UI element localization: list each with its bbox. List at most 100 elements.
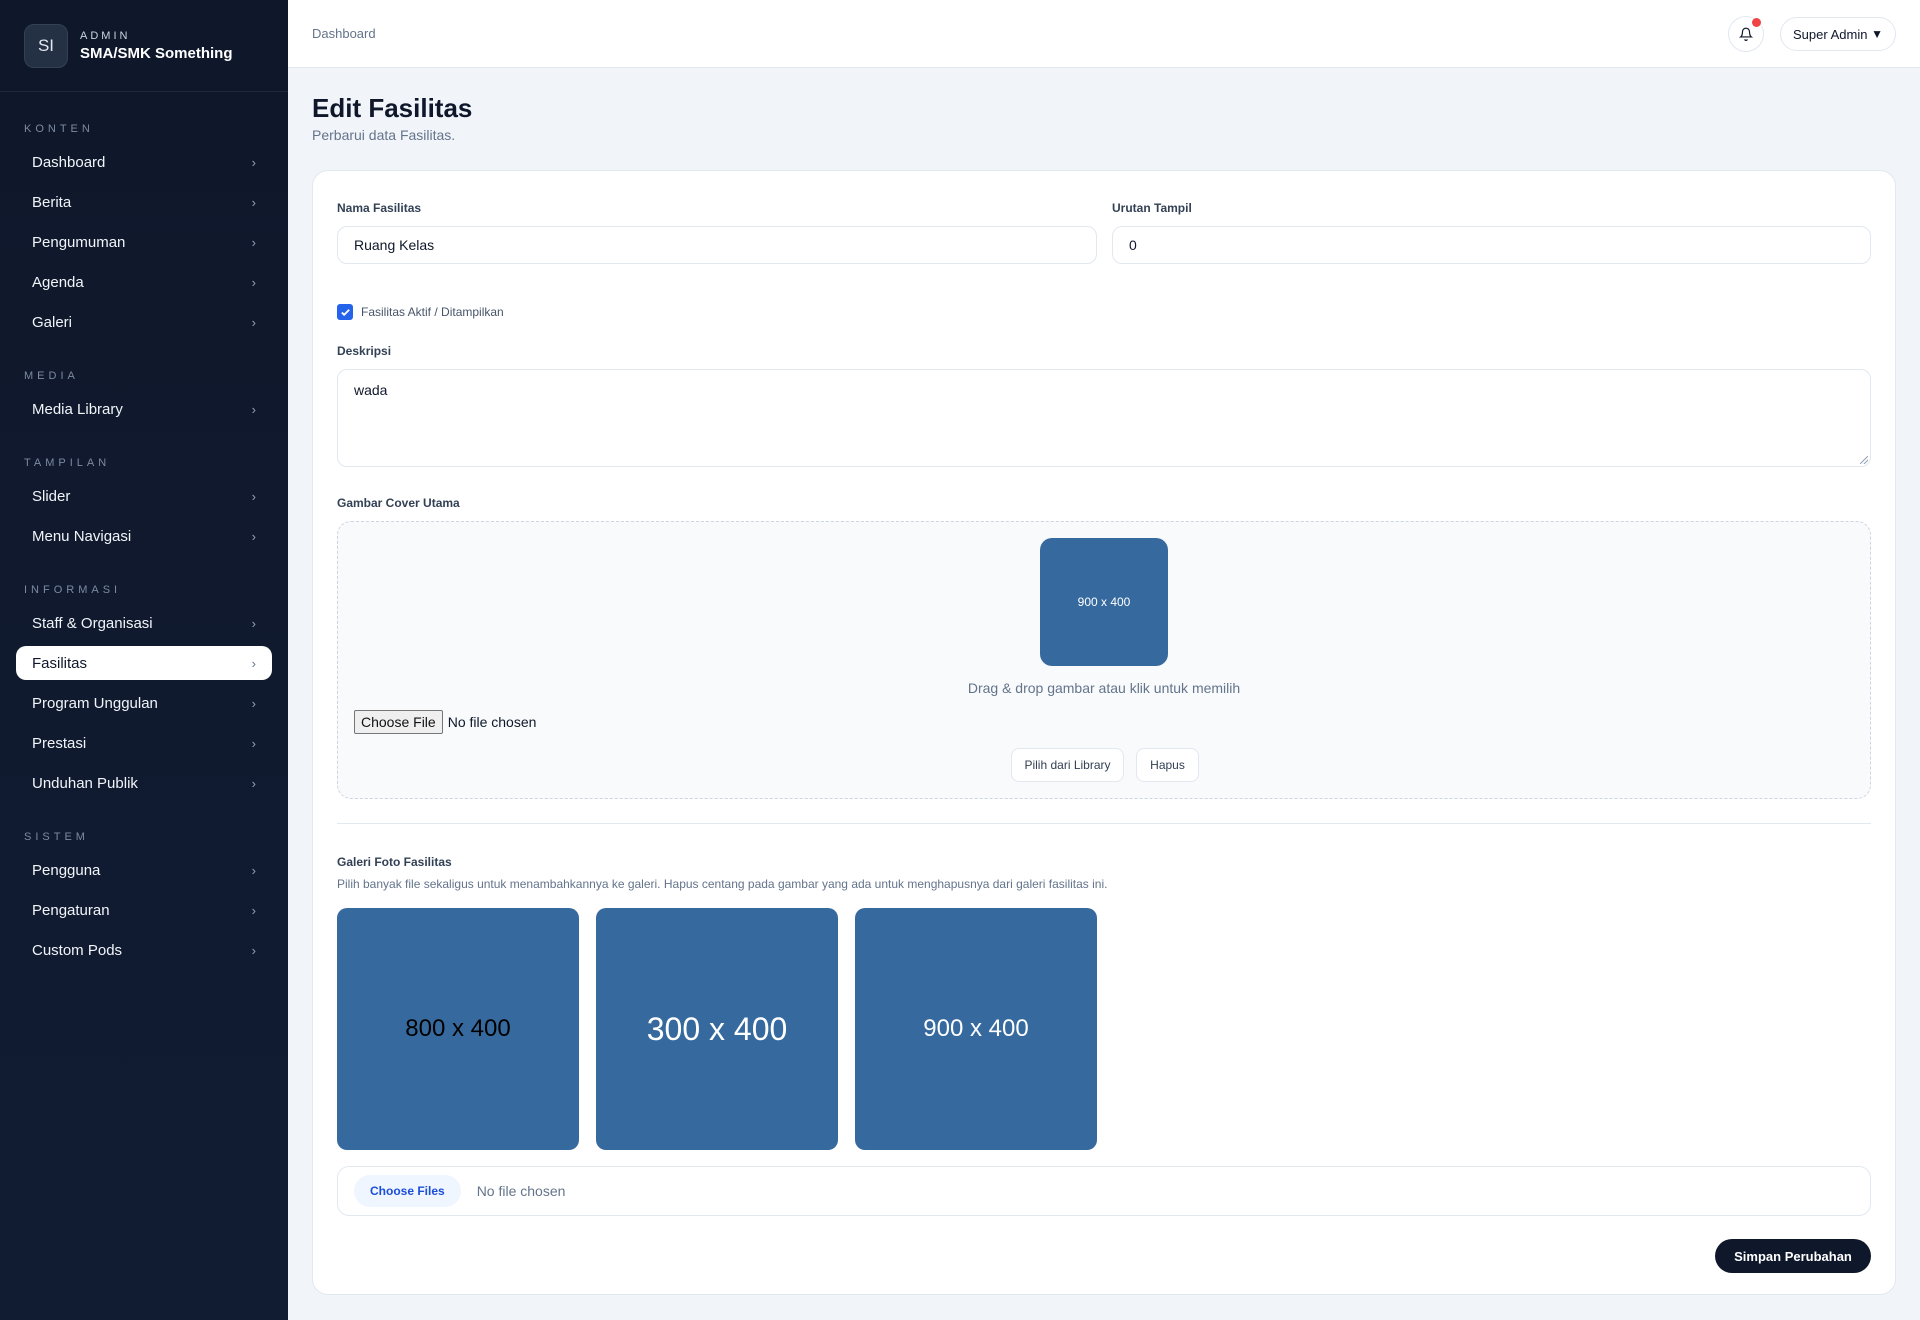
sidebar-item-media-library[interactable]: Media Library › (16, 392, 272, 426)
chevron-right-icon: › (251, 775, 256, 791)
chevron-right-icon: › (251, 234, 256, 250)
cover-file-input[interactable]: Choose File No file chosen (354, 710, 536, 734)
sidebar-item-label: Pengguna (32, 861, 101, 879)
cover-preview-image: 900 x 400 (1040, 538, 1168, 666)
sidebar-item-unduhan-publik[interactable]: Unduhan Publik › (16, 766, 272, 800)
gallery-image-text: 900 x 400 (923, 1015, 1029, 1042)
brand-subtitle: ADMIN (80, 29, 131, 42)
topbar: Dashboard Super Admin ▼ (288, 0, 1920, 68)
urutan-input[interactable]: 0 (1112, 226, 1871, 264)
chevron-right-icon: › (251, 314, 256, 330)
chevron-right-icon: › (251, 695, 256, 711)
aktif-label[interactable]: Fasilitas Aktif / Ditampilkan (361, 305, 504, 319)
sidebar-item-pengumuman[interactable]: Pengumuman › (16, 225, 272, 259)
chevron-right-icon: › (251, 528, 256, 544)
sidebar-item-label: Custom Pods (32, 941, 123, 959)
notification-dot (1752, 18, 1761, 27)
cover-dropzone[interactable]: 900 x 400 Drag & drop gambar atau klik u… (337, 521, 1871, 799)
nav-section-title: SISTEM (24, 831, 89, 843)
gallery-image[interactable]: 900 x 400 (855, 908, 1097, 1150)
sidebar-item-dashboard[interactable]: Dashboard › (16, 145, 272, 179)
breadcrumb[interactable]: Dashboard (312, 26, 376, 41)
save-button[interactable]: Simpan Perubahan (1715, 1239, 1871, 1273)
divider (337, 823, 1871, 824)
chevron-right-icon: › (251, 902, 256, 918)
check-icon (340, 308, 350, 316)
brand-name: SMA/SMK Something (80, 44, 233, 62)
sidebar-item-label: Slider (32, 487, 71, 505)
user-name: Super Admin (1793, 26, 1868, 42)
sidebar-item-label: Menu Navigasi (32, 527, 132, 545)
page-subtitle: Perbarui data Fasilitas. (312, 127, 456, 143)
sidebar-item-agenda[interactable]: Agenda › (16, 265, 272, 299)
user-menu-button[interactable]: Super Admin ▼ (1780, 17, 1896, 51)
nama-label: Nama Fasilitas (337, 201, 422, 215)
sidebar-item-galeri[interactable]: Galeri › (16, 305, 272, 339)
brand[interactable]: SI ADMIN SMA/SMK Something (0, 0, 288, 92)
cover-label: Gambar Cover Utama (337, 496, 460, 510)
sidebar-item-label: Staff & Organisasi (32, 614, 153, 632)
nav-section-title: INFORMASI (24, 584, 122, 596)
notification-button[interactable] (1728, 16, 1764, 52)
gallery-image[interactable]: 300 x 400 (596, 908, 838, 1150)
sidebar-item-label: Dashboard (32, 153, 106, 171)
bell-icon (1739, 27, 1753, 41)
chevron-right-icon: › (251, 488, 256, 504)
sidebar-item-berita[interactable]: Berita › (16, 185, 272, 219)
sidebar-item-prestasi[interactable]: Prestasi › (16, 726, 272, 760)
hapus-button[interactable]: Hapus (1136, 748, 1199, 782)
sidebar-item-label: Pengaturan (32, 901, 110, 919)
chevron-right-icon: › (251, 154, 256, 170)
chevron-right-icon: › (251, 735, 256, 751)
chevron-right-icon: › (251, 274, 256, 290)
aktif-checkbox[interactable] (337, 304, 353, 320)
sidebar-item-label: Fasilitas (32, 654, 88, 672)
chevron-right-icon: › (251, 401, 256, 417)
sidebar-item-fasilitas[interactable]: Fasilitas › (16, 646, 272, 680)
nav-section-title: TAMPILAN (24, 457, 111, 469)
dropzone-text: Drag & drop gambar atau klik untuk memil… (967, 680, 1241, 696)
urutan-label: Urutan Tampil (1112, 201, 1192, 215)
sidebar-item-label: Unduhan Publik (32, 774, 138, 792)
sidebar-item-label: Galeri (32, 313, 73, 331)
gallery-image-text: 300 x 400 (646, 1010, 788, 1047)
deskripsi-label: Deskripsi (337, 344, 392, 358)
chevron-right-icon: › (251, 194, 256, 210)
sidebar-item-program-unggulan[interactable]: Program Unggulan › (16, 686, 272, 720)
galeri-label: Galeri Foto Fasilitas (337, 855, 452, 869)
choose-files-button[interactable]: Choose Files (354, 1175, 461, 1207)
chevron-right-icon: › (251, 942, 256, 958)
nama-input[interactable]: Ruang Kelas (337, 226, 1097, 264)
brand-logo: SI (24, 23, 68, 68)
galeri-file-input[interactable]: Choose Files No file chosen (337, 1166, 1871, 1216)
sidebar-item-custom-pods[interactable]: Custom Pods › (16, 933, 272, 967)
pilih-library-button[interactable]: Pilih dari Library (1011, 748, 1124, 782)
sidebar-item-pengguna[interactable]: Pengguna › (16, 853, 272, 887)
sidebar-item-slider[interactable]: Slider › (16, 479, 272, 513)
deskripsi-textarea[interactable]: wada (337, 369, 1871, 467)
galeri-hint: Pilih banyak file sekaligus untuk menamb… (337, 877, 1108, 891)
sidebar-item-label: Berita (32, 193, 72, 211)
sidebar-item-pengaturan[interactable]: Pengaturan › (16, 893, 272, 927)
deskripsi-value: wada (354, 382, 388, 398)
gallery-image[interactable]: 800 x 400 (337, 908, 579, 1150)
cover-preview-text: 900 x 400 (1077, 595, 1131, 609)
gallery-image-text: 800 x 400 (405, 1015, 511, 1042)
chevron-right-icon: › (251, 615, 256, 631)
sidebar-item-label: Agenda (32, 273, 84, 291)
resize-handle[interactable] (1860, 456, 1868, 464)
sidebar-item-label: Program Unggulan (32, 694, 158, 712)
sidebar-item-staff-organisasi[interactable]: Staff & Organisasi › (16, 606, 272, 640)
page-title: Edit Fasilitas (312, 93, 473, 123)
nav-section-title: KONTEN (24, 123, 94, 135)
galeri-file-status: No file chosen (476, 1183, 566, 1199)
sidebar-item-menu-navigasi[interactable]: Menu Navigasi › (16, 519, 272, 553)
caret-down-icon: ▼ (1871, 27, 1883, 41)
sidebar-item-label: Pengumuman (32, 233, 126, 251)
cover-file-status: No file chosen (447, 714, 537, 730)
cover-choose-file-button[interactable]: Choose File (354, 710, 443, 734)
sidebar: SI ADMIN SMA/SMK Something KONTEN Dashboa… (0, 0, 288, 1320)
chevron-right-icon: › (251, 655, 256, 671)
nav-section-title: MEDIA (24, 370, 79, 382)
chevron-right-icon: › (251, 862, 256, 878)
